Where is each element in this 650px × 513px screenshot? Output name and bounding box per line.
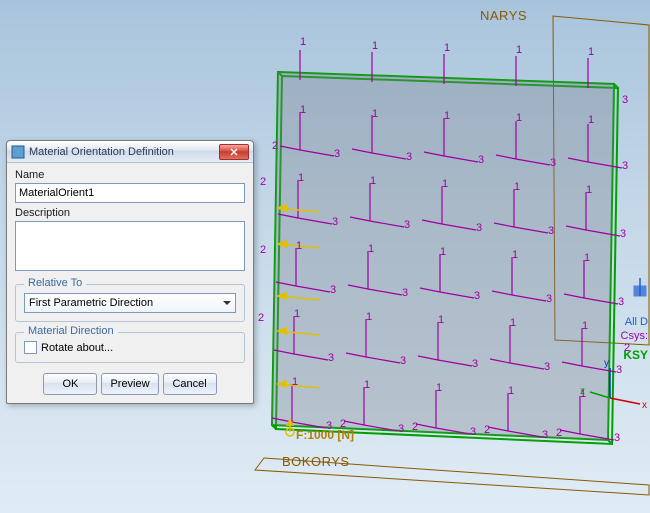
axis-num-1: 1 [516, 112, 522, 124]
axis-num-1: 1 [436, 382, 442, 394]
axis-num-1: 1 [588, 114, 594, 126]
axis-num-2: 2 [272, 140, 278, 152]
axis-num-1: 1 [516, 44, 522, 56]
axis-num-1: 1 [294, 308, 300, 320]
axis-num-2: 2 [624, 342, 630, 354]
axis-num-1: 1 [300, 36, 306, 48]
material-orientation-dialog: Material Orientation Definition Name Des… [6, 140, 254, 404]
axis-num-3: 3 [400, 355, 406, 367]
axis-num-3: 3 [332, 216, 338, 228]
relative-to-group: Relative To First Parametric Direction [15, 284, 245, 322]
axis-num-1: 1 [440, 246, 446, 258]
axis-num-1: 1 [368, 243, 374, 255]
axis-num-3: 3 [478, 154, 484, 166]
axis-num-3: 3 [622, 94, 628, 106]
axis-num-3: 3 [330, 284, 336, 296]
ok-button[interactable]: OK [43, 373, 97, 395]
axis-num-1: 1 [370, 175, 376, 187]
right-label-alld: All D [625, 316, 648, 328]
axis-num-3: 3 [474, 290, 480, 302]
view-label-top: NARYS [480, 8, 527, 23]
axis-num-2: 2 [258, 312, 264, 324]
axis-num-1: 1 [510, 317, 516, 329]
axis-num-3: 3 [476, 222, 482, 234]
rotate-about-label: Rotate about... [41, 342, 113, 354]
axis-num-2: 2 [260, 244, 266, 256]
axis-num-3: 3 [614, 432, 620, 444]
name-input[interactable] [15, 183, 245, 203]
axis-num-1: 1 [296, 240, 302, 252]
close-button[interactable] [219, 144, 249, 160]
axis-num-1: 1 [444, 42, 450, 54]
axis-num-2: 2 [340, 418, 346, 430]
axis-num-3: 3 [398, 423, 404, 435]
description-input[interactable] [15, 221, 245, 271]
rotate-about-checkbox[interactable] [24, 341, 37, 354]
axis-num-3: 3 [620, 228, 626, 240]
axis-num-1: 1 [442, 178, 448, 190]
axis-num-3: 3 [472, 358, 478, 370]
name-label: Name [15, 169, 245, 181]
axis-num-2: 2 [484, 424, 490, 436]
axis-num-2: 2 [412, 421, 418, 433]
preview-button[interactable]: Preview [101, 373, 158, 395]
axis-num-3: 3 [616, 364, 622, 376]
app-icon [11, 145, 25, 159]
relative-to-legend: Relative To [24, 277, 86, 289]
axis-num-1: 1 [580, 388, 586, 400]
axis-num-3: 3 [470, 426, 476, 438]
view-label-bottom: BOKORYS [282, 454, 350, 469]
description-label: Description [15, 207, 245, 219]
axis-num-1: 1 [372, 108, 378, 120]
chevron-down-icon [223, 301, 231, 305]
force-load-label: F:1000 [N] [296, 428, 354, 442]
relative-to-value: First Parametric Direction [29, 297, 153, 309]
axis-num-2: 2 [260, 176, 266, 188]
axis-num-1: 1 [514, 181, 520, 193]
axis-num-1: 1 [584, 252, 590, 264]
axis-num-3: 3 [548, 225, 554, 237]
svg-text:y: y [604, 358, 609, 369]
axis-num-3: 3 [334, 148, 340, 160]
material-direction-legend: Material Direction [24, 325, 118, 337]
axis-num-3: 3 [542, 429, 548, 441]
axis-num-1: 1 [586, 184, 592, 196]
axis-num-1: 1 [300, 104, 306, 116]
axis-num-1: 1 [372, 40, 378, 52]
axis-num-1: 1 [298, 172, 304, 184]
axis-num-1: 1 [508, 385, 514, 397]
right-label-csys: Csys: [621, 330, 649, 342]
relative-to-select[interactable]: First Parametric Direction [24, 293, 236, 313]
axis-num-3: 3 [326, 420, 332, 432]
dialog-title: Material Orientation Definition [29, 146, 219, 158]
axis-num-3: 3 [546, 293, 552, 305]
axis-num-3: 3 [550, 157, 556, 169]
axis-num-3: 3 [622, 160, 628, 172]
axis-num-3: 3 [402, 287, 408, 299]
axis-num-2: 2 [556, 427, 562, 439]
axis-num-3: 3 [618, 296, 624, 308]
svg-text:x: x [642, 400, 647, 411]
axis-num-1: 1 [512, 249, 518, 261]
axis-num-1: 1 [364, 379, 370, 391]
axis-num-1: 1 [588, 46, 594, 58]
cancel-button[interactable]: Cancel [163, 373, 217, 395]
axis-num-3: 3 [406, 151, 412, 163]
axis-num-3: 3 [328, 352, 334, 364]
axis-num-1: 1 [366, 311, 372, 323]
dialog-titlebar[interactable]: Material Orientation Definition [7, 141, 253, 163]
material-direction-group: Material Direction Rotate about... [15, 332, 245, 363]
axis-num-1: 1 [292, 376, 298, 388]
axis-num-3: 3 [544, 361, 550, 373]
axis-num-3: 3 [404, 219, 410, 231]
axis-num-1: 1 [438, 314, 444, 326]
axis-num-1: 1 [582, 320, 588, 332]
axis-num-1: 1 [444, 110, 450, 122]
